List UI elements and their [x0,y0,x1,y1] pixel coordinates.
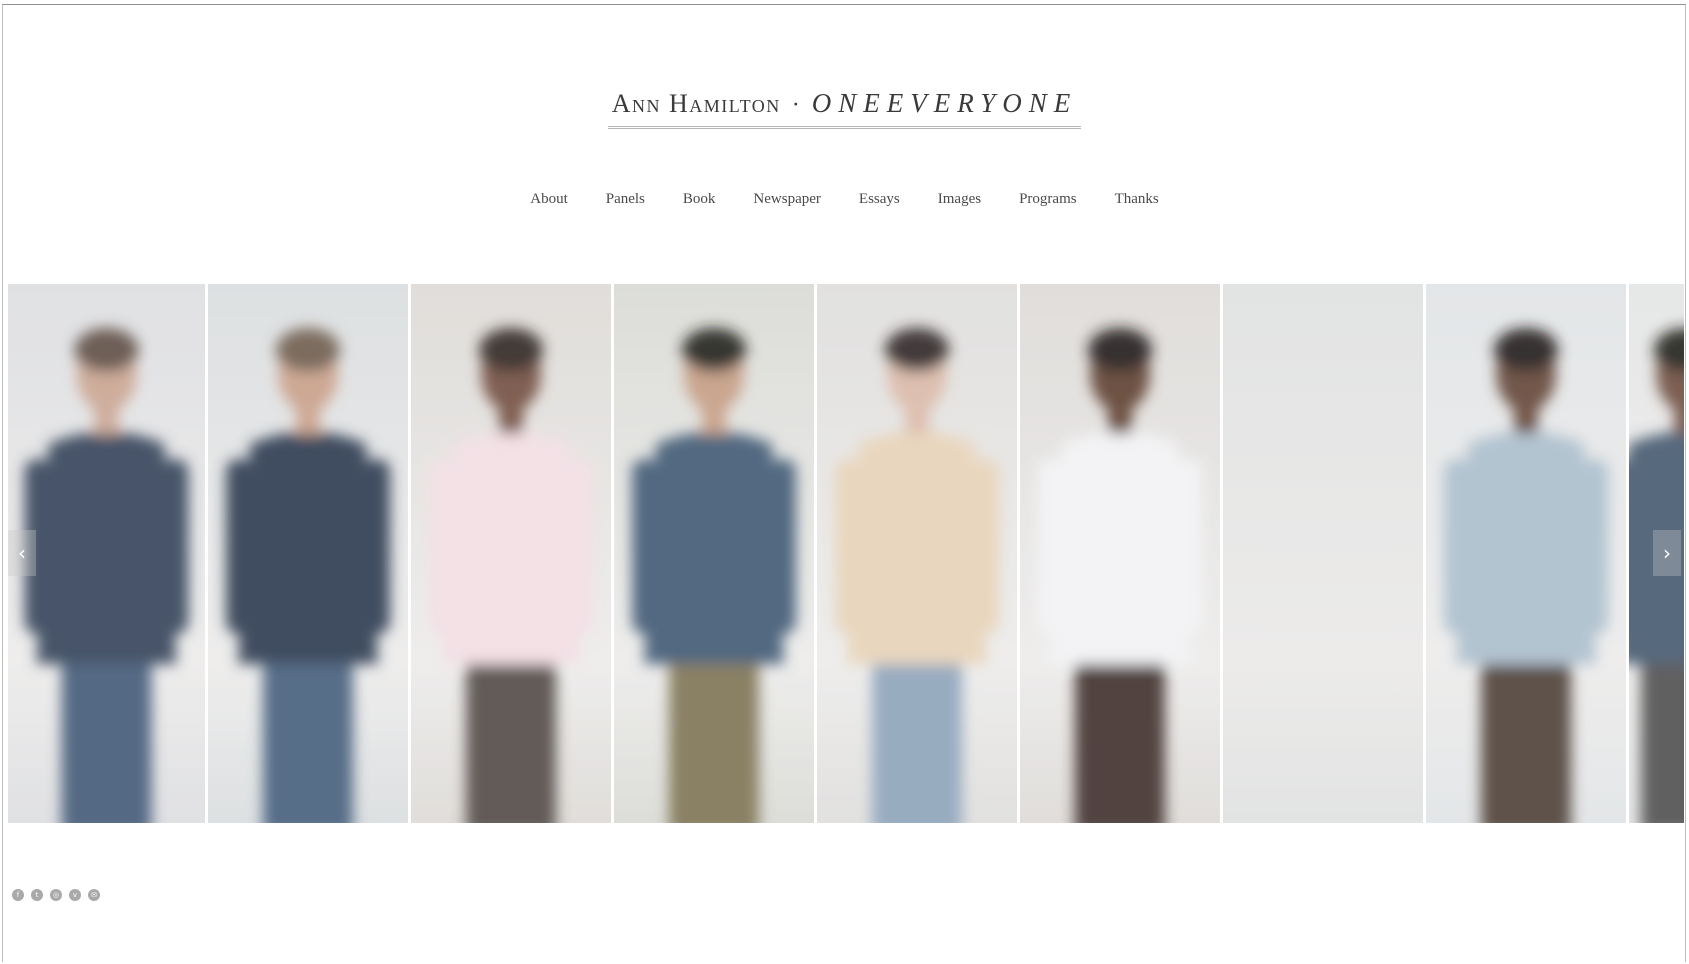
site-title-link[interactable]: Ann Hamilton · ONEEVERYONE [607,88,1082,129]
slideshow-next-button[interactable]: › [1653,530,1681,576]
instagram-icon-glyph: ◎ [52,890,60,899]
main-nav: About Panels Book Newspaper Essays Image… [0,191,1689,208]
portrait-panel-4[interactable] [614,284,814,823]
portrait-image [411,284,611,823]
portrait-image [817,284,1017,823]
chevron-right-icon: › [1663,541,1671,565]
image-slideshow[interactable] [8,284,1684,823]
artist-name: Ann Hamilton [611,89,781,118]
nav-item-essays[interactable]: Essays [859,191,900,208]
portrait-panel-7[interactable] [1223,284,1423,823]
nav-item-programs[interactable]: Programs [1019,191,1077,208]
nav-item-about[interactable]: About [530,191,568,208]
vimeo-icon-glyph: v [72,890,78,899]
portrait-panel-3[interactable] [411,284,611,823]
portrait-image [1426,284,1626,823]
social-links: f t ◎ v ✉ [12,889,100,901]
facebook-icon-glyph: f [16,890,20,899]
slideshow-prev-button[interactable]: ‹ [8,530,36,576]
chevron-left-icon: ‹ [18,541,26,565]
portrait-image [1020,284,1220,823]
instagram-icon[interactable]: ◎ [50,889,62,901]
nav-item-images[interactable]: Images [938,191,981,208]
portrait-panel-6[interactable] [1020,284,1220,823]
title-separator: · [791,92,801,118]
portrait-image [8,284,205,823]
portrait-panel-8[interactable] [1426,284,1626,823]
nav-item-panels[interactable]: Panels [606,191,645,208]
work-title: ONEEVERYONE [811,88,1078,118]
email-icon-glyph: ✉ [91,890,97,899]
portrait-panel-1[interactable] [8,284,205,823]
nav-item-book[interactable]: Book [683,191,716,208]
vimeo-icon[interactable]: v [69,889,81,901]
site-title[interactable]: Ann Hamilton · ONEEVERYONE [0,88,1689,129]
portrait-panel-2[interactable] [208,284,408,823]
twitter-icon-glyph: t [35,890,39,899]
twitter-icon[interactable]: t [31,889,43,901]
email-icon[interactable]: ✉ [88,889,100,901]
facebook-icon[interactable]: f [12,889,24,901]
portrait-image [1223,284,1423,823]
portrait-panel-5[interactable] [817,284,1017,823]
nav-item-thanks[interactable]: Thanks [1115,191,1159,208]
nav-item-newspaper[interactable]: Newspaper [753,191,820,208]
portrait-image [614,284,814,823]
portrait-image [208,284,408,823]
